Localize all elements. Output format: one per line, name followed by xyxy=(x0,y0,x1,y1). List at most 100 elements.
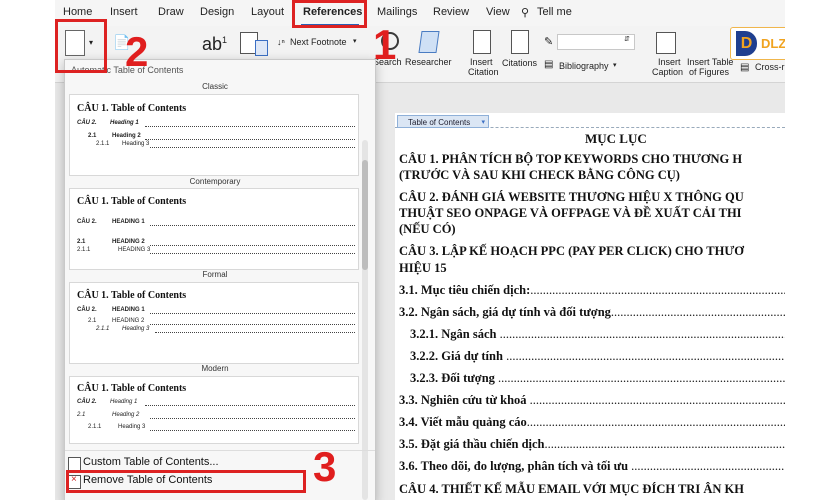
word-window: Home Insert Draw Design Layout Reference… xyxy=(55,0,785,500)
toc-entry: (TRƯỚC VÀ SAU KHI CHECK BẰNG CÔNG CỤ) xyxy=(399,168,680,182)
lightbulb-icon: ⚲ xyxy=(521,7,530,19)
toc-entry-text: 3.6. Theo dõi, đo lượng, phân tích và tố… xyxy=(399,459,629,473)
toc-preview-line: CÂU 2. xyxy=(77,307,97,313)
custom-table-of-contents-item[interactable]: Custom Table of Contents... xyxy=(83,456,219,468)
tab-design[interactable]: Design xyxy=(200,6,234,18)
bibliography-button[interactable]: Bibliography xyxy=(559,61,609,71)
section-label-classic: Classic xyxy=(202,82,228,91)
leader-dots xyxy=(150,324,355,325)
logo-text: DLZ TECH xyxy=(761,36,785,51)
toc-preview-line: 2.1 xyxy=(77,239,86,245)
toc-entry: 3.2.1. Ngân sách .......................… xyxy=(410,327,785,342)
tab-review[interactable]: Review xyxy=(433,6,469,18)
toc-leader-dots: ........................................… xyxy=(506,349,785,363)
toc-preview-line: 2.1.1 xyxy=(88,424,102,430)
bibliography-icon: ▤ xyxy=(544,59,554,70)
toc-entry: CÂU 1. PHÂN TÍCH BỘ TOP KEYWORDS CHO THƯ… xyxy=(399,152,743,166)
toc-preview-line: HEADING 2 xyxy=(112,239,145,245)
tab-home[interactable]: Home xyxy=(63,6,92,18)
tab-draw[interactable]: Draw xyxy=(158,6,184,18)
toc-leader-dots: ........................................… xyxy=(631,459,785,473)
toc-entry: 3.2.2. Giá dự tính .....................… xyxy=(410,349,785,364)
leader-dots xyxy=(145,139,355,140)
select-chevron-icon[interactable]: ⇵ xyxy=(624,35,630,43)
bibliography-chevron-icon[interactable]: ▾ xyxy=(613,61,617,69)
toc-style-classic[interactable]: CÂU 1. Table of Contents CÂU 2. Heading … xyxy=(69,94,359,176)
next-footnote-button[interactable]: Next Footnote xyxy=(290,37,347,47)
insert-endnote-icon[interactable]: ab1 xyxy=(202,34,227,55)
toc-entry: CÂU 2. ĐÁNH GIÁ WEBSITE THƯƠNG HIỆU X TH… xyxy=(399,190,744,204)
toc-preview-line: 2.1 xyxy=(77,412,86,418)
insert-caption-icon xyxy=(656,32,676,54)
leader-dots xyxy=(145,405,355,406)
highlight-references-tab xyxy=(292,0,367,28)
toc-style-contemporary[interactable]: CÂU 1. Table of Contents CÂU 2. HEADING … xyxy=(69,188,359,270)
toc-heading: MỤC LỤC xyxy=(585,131,647,146)
step-number-3: 3 xyxy=(313,443,337,490)
next-footnote-chevron-icon[interactable]: ▾ xyxy=(353,37,357,45)
insert-table-of-figures-label-1[interactable]: Insert Table xyxy=(687,57,733,67)
tab-mailings[interactable]: Mailings xyxy=(377,6,417,18)
toc-entry-text: 3.4. Viết mẫu quảng cáo xyxy=(399,415,527,429)
toc-leader-dots: ........................................… xyxy=(544,437,785,451)
tab-layout[interactable]: Layout xyxy=(251,6,284,18)
tab-view[interactable]: View xyxy=(486,6,510,18)
insert-citation-label-2[interactable]: Citation xyxy=(468,67,499,77)
toc-entry-text: 3.2.1. Ngân sách xyxy=(410,327,497,341)
citations-icon xyxy=(511,30,529,54)
highlight-remove-toc xyxy=(66,470,306,493)
insert-caption-label-1[interactable]: Insert xyxy=(658,57,681,67)
toc-preview-line: Heading 2 xyxy=(112,412,140,418)
toc-entry-text: 3.5. Đặt giá thầu chiến dịch xyxy=(399,437,545,451)
cross-reference-icon: ▤ xyxy=(740,62,750,73)
insert-table-of-figures-label-2[interactable]: of Figures xyxy=(689,67,729,77)
toc-preview-line: CÂU 2. xyxy=(77,399,97,405)
toc-preview-line: HEADING 2 xyxy=(112,318,145,324)
gallery-scrollbar-thumb[interactable] xyxy=(362,160,368,270)
leader-dots xyxy=(155,332,355,333)
toc-entry-text: 3.1. Mục tiêu chiến dịch: xyxy=(399,283,531,297)
researcher-button[interactable]: Researcher xyxy=(405,57,452,67)
toc-preview-line: HEADING 1 xyxy=(112,307,145,313)
tab-insert[interactable]: Insert xyxy=(110,6,138,18)
toc-leader-dots: ........................................… xyxy=(529,393,785,407)
toc-entry: 3.1. Mục tiêu chiến dịch:...............… xyxy=(399,283,785,298)
leader-dots xyxy=(150,245,355,246)
insert-caption-label-2[interactable]: Caption xyxy=(652,67,683,77)
leader-dots xyxy=(150,147,355,148)
toc-style-modern[interactable]: CÂU 1. Table of Contents CÂU 2. Heading … xyxy=(69,376,359,444)
toc-tag-label: Table of Contents xyxy=(408,118,471,127)
citations-button[interactable]: Citations xyxy=(502,58,537,68)
toc-leader-dots: ........................................… xyxy=(530,283,785,297)
researcher-icon xyxy=(418,31,440,53)
toc-entry: 3.5. Đặt giá thầu chiến dịch............… xyxy=(399,437,785,452)
toc-preview-line: HEADING 1 xyxy=(112,219,145,225)
custom-toc-icon xyxy=(68,457,81,471)
toc-leader-dots: ........................................… xyxy=(499,327,785,341)
ribbon-tabs: Home Insert Draw Design Layout Reference… xyxy=(55,0,785,26)
tell-me-search[interactable]: Tell me xyxy=(537,6,572,18)
leader-dots xyxy=(150,418,355,419)
toc-content-control-tag[interactable]: Table of Contents ▾ xyxy=(397,115,489,128)
toc-preview-title: CÂU 1. Table of Contents xyxy=(77,103,187,114)
toc-preview-line: HEADING 3 xyxy=(118,247,151,253)
toc-entry: 3.2. Ngân sách, giá dự tính và đối tượng… xyxy=(399,305,785,320)
show-notes-icon[interactable] xyxy=(255,40,268,56)
toc-style-formal[interactable]: CÂU 1. Table of Contents CÂU 2. HEADING … xyxy=(69,282,359,364)
toc-entry: 3.2.3. Đối tượng .......................… xyxy=(410,371,785,386)
toc-preview-line: 2.1.1 xyxy=(96,141,110,147)
toc-preview-title: CÂU 1. Table of Contents xyxy=(77,290,187,301)
toc-entry-text: 3.3. Nghiên cứu từ khoá xyxy=(399,393,527,407)
section-label-contemporary: Contemporary xyxy=(189,177,241,186)
toc-entry: 3.4. Viết mẫu quảng cáo.................… xyxy=(399,415,785,430)
step-number-2: 2 xyxy=(125,28,149,75)
cross-reference-button[interactable]: Cross-r xyxy=(755,62,785,72)
insert-citation-label-1[interactable]: Insert xyxy=(470,57,493,67)
toc-preview-line: 2.1.1 xyxy=(96,326,110,332)
leader-dots xyxy=(150,430,355,431)
toc-preview-line: 2.1 xyxy=(88,133,97,139)
toc-tag-chevron-icon[interactable]: ▾ xyxy=(481,116,485,129)
section-label-modern: Modern xyxy=(201,364,229,373)
insert-citation-icon xyxy=(473,30,491,54)
highlight-toc-button xyxy=(55,19,107,73)
